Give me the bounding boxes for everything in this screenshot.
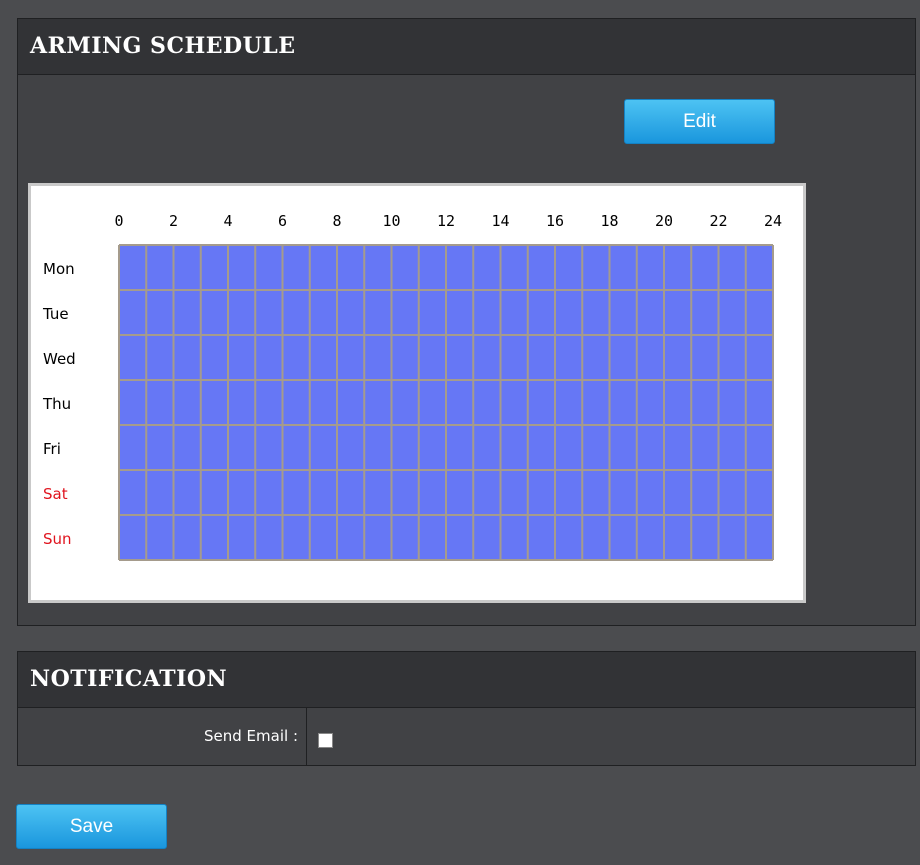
hour-label: 22 bbox=[709, 212, 727, 230]
day-label-sun: Sun bbox=[43, 530, 72, 548]
hour-label: 18 bbox=[600, 212, 618, 230]
hour-label: 4 bbox=[223, 212, 232, 230]
arming-schedule-panel: ARMING SCHEDULE Edit 0 2 4 6 8 10 12 14 16 18 20 22… bbox=[17, 18, 916, 626]
hour-label: 12 bbox=[437, 212, 455, 230]
schedule-grid: 0 2 4 6 8 10 12 14 16 18 20 22 24 Mon Tue Wed Thu Fri Sat S… bbox=[28, 183, 806, 603]
hour-label: 20 bbox=[655, 212, 673, 230]
day-label-sat: Sat bbox=[43, 485, 68, 503]
hour-label: 24 bbox=[764, 212, 782, 230]
day-label-fri: Fri bbox=[43, 440, 61, 458]
hour-label: 2 bbox=[169, 212, 178, 230]
notification-panel: NOTIFICATION Send Email : bbox=[17, 651, 916, 766]
hour-label: 10 bbox=[382, 212, 400, 230]
day-label-tue: Tue bbox=[42, 305, 69, 323]
arming-schedule-title: ARMING SCHEDULE bbox=[18, 19, 915, 75]
hour-label: 14 bbox=[491, 212, 509, 230]
day-label-thu: Thu bbox=[42, 395, 71, 413]
send-email-label: Send Email : bbox=[18, 708, 307, 765]
send-email-checkbox[interactable] bbox=[318, 733, 333, 748]
notification-title: NOTIFICATION bbox=[18, 652, 915, 708]
send-email-row: Send Email : bbox=[18, 708, 915, 765]
hour-label: 16 bbox=[546, 212, 564, 230]
day-label-mon: Mon bbox=[43, 260, 75, 278]
schedule-chart: 0 2 4 6 8 10 12 14 16 18 20 22 24MonTueWedThuFriSatS… bbox=[42, 212, 782, 561]
save-button[interactable]: Save bbox=[16, 804, 167, 849]
day-label-wed: Wed bbox=[43, 350, 76, 368]
hour-label: 8 bbox=[332, 212, 341, 230]
edit-button[interactable]: Edit bbox=[624, 99, 775, 144]
hour-label: 6 bbox=[278, 212, 287, 230]
hour-label: 0 bbox=[114, 212, 123, 230]
